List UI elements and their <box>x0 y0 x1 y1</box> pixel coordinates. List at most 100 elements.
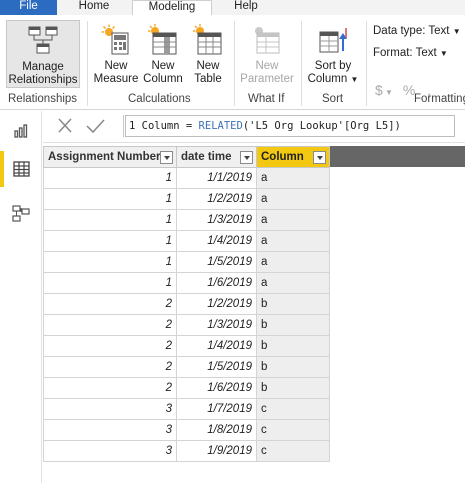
cell-assignment-number[interactable]: 3 <box>43 419 177 441</box>
cell-column[interactable]: b <box>256 314 330 336</box>
manage-relationships-button[interactable]: Manage Relationships <box>6 20 80 88</box>
new-parameter-button[interactable]: New Parameter <box>238 20 296 90</box>
data-view-button[interactable] <box>0 151 42 187</box>
filter-dropdown-icon[interactable] <box>160 151 173 164</box>
cell-assignment-number[interactable]: 3 <box>43 398 177 420</box>
cell-date-time[interactable]: 1/3/2019 <box>176 209 257 231</box>
report-view-button[interactable] <box>0 113 42 149</box>
cell-column[interactable]: a <box>256 230 330 252</box>
cell-assignment-number[interactable]: 1 <box>43 209 177 231</box>
column-header-label: Column <box>261 151 304 163</box>
data-grid-area: Assignment Number date time Column 1 1/1/… <box>43 144 465 483</box>
cell-date-time[interactable]: 1/2/2019 <box>176 188 257 210</box>
cell-date-time[interactable]: 1/1/2019 <box>176 167 257 189</box>
cell-date-time[interactable]: 1/7/2019 <box>176 398 257 420</box>
table-row: 1 1/6/2019 a <box>43 272 330 294</box>
tab-help[interactable]: Help <box>220 0 272 15</box>
close-icon <box>58 118 72 133</box>
group-label-calculations: Calculations <box>128 93 191 105</box>
cell-date-time[interactable]: 1/9/2019 <box>176 440 257 462</box>
ribbon-separator <box>234 21 235 106</box>
model-view-button[interactable] <box>0 195 42 231</box>
commit-formula-button[interactable] <box>83 115 107 137</box>
cancel-formula-button[interactable] <box>53 115 77 137</box>
data-type-dropdown[interactable]: Data type: Text ▼ <box>373 25 461 37</box>
cell-assignment-number[interactable]: 3 <box>43 440 177 462</box>
checkmark-icon <box>86 119 105 134</box>
cell-assignment-number[interactable]: 2 <box>43 314 177 336</box>
cell-assignment-number[interactable]: 1 <box>43 230 177 252</box>
format-label: Format: Text <box>373 47 437 59</box>
cell-date-time[interactable]: 1/2/2019 <box>176 293 257 315</box>
cell-column[interactable]: b <box>256 293 330 315</box>
header-band <box>329 146 465 167</box>
new-column-line2: Column <box>143 72 183 85</box>
cell-column[interactable]: c <box>256 440 330 462</box>
tab-file[interactable]: File <box>0 0 57 15</box>
tab-home[interactable]: Home <box>64 0 124 15</box>
cell-assignment-number[interactable]: 2 <box>43 335 177 357</box>
column-header-column[interactable]: Column <box>256 146 330 168</box>
ribbon-modeling: Manage Relationships Relationships New M… <box>0 15 465 110</box>
new-measure-button[interactable]: New Measure <box>92 20 140 90</box>
table-header-row: Assignment Number date time Column <box>43 146 330 168</box>
cell-date-time[interactable]: 1/6/2019 <box>176 272 257 294</box>
column-header-assignment-number[interactable]: Assignment Number <box>43 146 177 168</box>
cell-date-time[interactable]: 1/3/2019 <box>176 314 257 336</box>
cell-date-time[interactable]: 1/5/2019 <box>176 356 257 378</box>
table-row: 2 1/2/2019 b <box>43 293 330 315</box>
cell-date-time[interactable]: 1/5/2019 <box>176 251 257 273</box>
sort-by-line2-text: Column <box>307 72 348 85</box>
cell-column[interactable]: a <box>256 251 330 273</box>
cell-column[interactable]: a <box>256 209 330 231</box>
cell-assignment-number[interactable]: 2 <box>43 377 177 399</box>
cell-column[interactable]: c <box>256 398 330 420</box>
filter-dropdown-icon[interactable] <box>240 151 253 164</box>
formula-text-before: Column = <box>135 120 199 132</box>
new-table-line2: Table <box>194 72 222 85</box>
cell-assignment-number[interactable]: 1 <box>43 167 177 189</box>
sort-by-line1: Sort by <box>314 60 352 72</box>
cell-date-time[interactable]: 1/8/2019 <box>176 419 257 441</box>
cell-column[interactable]: c <box>256 419 330 441</box>
cell-assignment-number[interactable]: 1 <box>43 272 177 294</box>
cell-date-time[interactable]: 1/4/2019 <box>176 335 257 357</box>
cell-column[interactable]: a <box>256 272 330 294</box>
chevron-down-icon: ▼ <box>350 74 359 84</box>
format-dropdown[interactable]: Format: Text ▼ <box>373 47 448 59</box>
filter-dropdown-icon[interactable] <box>313 151 326 164</box>
table-row: 3 1/7/2019 c <box>43 398 330 420</box>
sort-by-column-icon <box>319 28 347 53</box>
data-type-label: Data type: Text <box>373 25 450 37</box>
column-header-date-time[interactable]: date time <box>176 146 257 168</box>
cell-date-time[interactable]: 1/6/2019 <box>176 377 257 399</box>
sort-by-column-button[interactable]: Sort by Column ▼ <box>305 20 361 90</box>
data-view-icon <box>13 161 30 177</box>
table-row: 2 1/5/2019 b <box>43 356 330 378</box>
formula-function-name: RELATED <box>198 120 243 132</box>
cell-assignment-number[interactable]: 2 <box>43 356 177 378</box>
ribbon-separator <box>301 21 302 106</box>
group-label-what-if: What If <box>248 93 285 105</box>
table-row: 1 1/2/2019 a <box>43 188 330 210</box>
cell-column[interactable]: b <box>256 335 330 357</box>
table-row: 3 1/9/2019 c <box>43 440 330 462</box>
cell-column[interactable]: b <box>256 377 330 399</box>
cell-column[interactable]: b <box>256 356 330 378</box>
cell-assignment-number[interactable]: 2 <box>43 293 177 315</box>
column-header-label: Assignment Number <box>48 151 161 163</box>
tab-modeling[interactable]: Modeling <box>132 0 212 16</box>
cell-date-time[interactable]: 1/4/2019 <box>176 230 257 252</box>
cell-column[interactable]: a <box>256 188 330 210</box>
currency-icon[interactable]: $ <box>375 82 383 98</box>
formula-input[interactable]: 1 Column = RELATED('L5 Org Lookup'[Org L… <box>125 115 455 137</box>
new-parameter-line2: Parameter <box>240 72 294 85</box>
ribbon-tab-bar: File Home Modeling Help <box>0 0 465 16</box>
new-table-button[interactable]: New Table <box>188 20 228 90</box>
cell-column[interactable]: a <box>256 167 330 189</box>
cell-assignment-number[interactable]: 1 <box>43 251 177 273</box>
table-row: 3 1/8/2019 c <box>43 419 330 441</box>
new-column-button[interactable]: New Column <box>140 20 186 90</box>
cell-assignment-number[interactable]: 1 <box>43 188 177 210</box>
manage-label-line1: Manage <box>22 61 64 73</box>
